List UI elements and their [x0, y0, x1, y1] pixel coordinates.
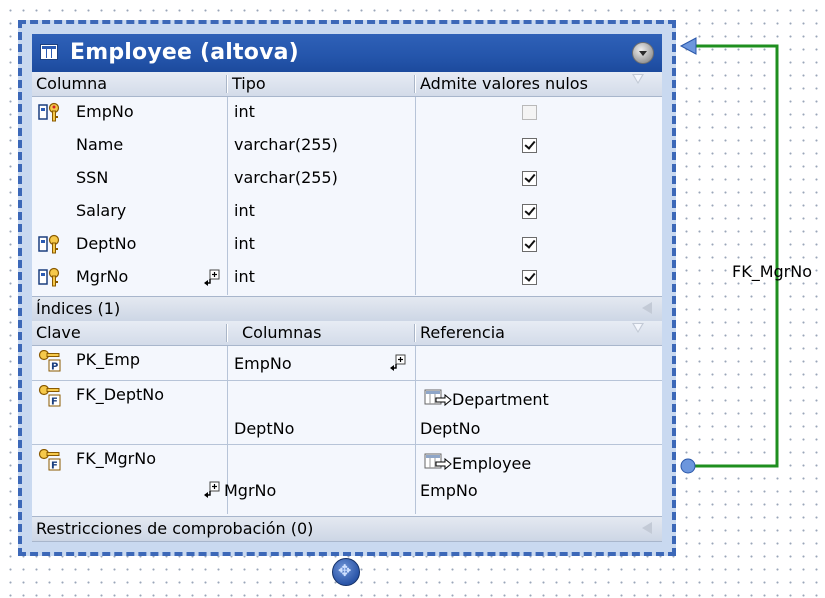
column-row-empno[interactable]: EmpNo int: [32, 97, 662, 128]
index-row-fk-mgrno[interactable]: F FK_MgrNo Employee MgrNo EmpNo: [32, 445, 662, 507]
nullable-checkbox[interactable]: [522, 171, 537, 186]
foreign-key-icon: [38, 267, 60, 287]
column-name: MgrNo: [76, 267, 129, 286]
svg-text:F: F: [51, 397, 58, 408]
index-header-reference[interactable]: Referencia: [420, 323, 505, 342]
index-reference-column: DeptNo: [420, 419, 481, 438]
column-row-deptno[interactable]: DeptNo int: [32, 229, 662, 260]
table-header[interactable]: Employee (altova): [32, 34, 662, 72]
index-header-columns[interactable]: Columnas: [242, 323, 321, 342]
table-reference-icon: [424, 389, 452, 407]
primary-key-icon: P: [38, 350, 61, 373]
indices-section[interactable]: Índices (1): [32, 296, 662, 322]
index-reference-table: Department: [452, 390, 549, 409]
columns-list: EmpNo int Name varchar(255) SSN varchar(…: [32, 97, 662, 295]
nullable-checkbox[interactable]: [522, 138, 537, 153]
foreign-key-icon: F: [38, 385, 61, 408]
column-header-type[interactable]: Tipo: [232, 74, 266, 93]
index-row-fk-deptno[interactable]: F FK_DeptNo Department DeptNo DeptNo: [32, 381, 662, 443]
index-key-name: FK_DeptNo: [76, 385, 165, 404]
sort-indicator-icon[interactable]: [632, 323, 644, 333]
svg-text:P: P: [51, 362, 58, 373]
index-column: EmpNo: [234, 354, 292, 373]
collapse-section-icon[interactable]: [642, 302, 652, 314]
column-type: int: [234, 201, 255, 220]
column-row-name[interactable]: Name varchar(255): [32, 130, 662, 161]
nullable-checkbox[interactable]: [522, 204, 537, 219]
column-type: int: [234, 267, 255, 286]
column-name: DeptNo: [76, 234, 137, 253]
table-icon: [40, 44, 58, 60]
expand-references-icon[interactable]: [390, 354, 406, 372]
svg-text:F: F: [51, 461, 58, 472]
index-reference-table: Employee: [452, 454, 532, 473]
column-header-name[interactable]: Columna: [36, 74, 107, 93]
column-row-salary[interactable]: Salary int: [32, 196, 662, 227]
column-type: int: [234, 234, 255, 253]
table-body: Employee (altova) Columna Tipo Admite va…: [32, 34, 662, 542]
relation-line: [690, 44, 779, 468]
nullable-checkbox[interactable]: [522, 270, 537, 285]
index-column: DeptNo: [234, 419, 295, 438]
index-header-key[interactable]: Clave: [36, 323, 81, 342]
indices-label: Índices (1): [36, 299, 121, 318]
column-name: SSN: [76, 168, 109, 187]
columns-header: Columna Tipo Admite valores nulos: [32, 72, 662, 97]
table-title: Employee (altova): [70, 40, 299, 65]
column-row-mgrno[interactable]: MgrNo int: [32, 262, 662, 293]
column-name: EmpNo: [76, 102, 134, 121]
column-header-nullable[interactable]: Admite valores nulos: [420, 74, 588, 93]
check-constraints-label: Restricciones de comprobación (0): [36, 519, 314, 538]
table-reference-icon: [424, 453, 452, 471]
collapse-section-icon[interactable]: [642, 522, 652, 534]
relation-endpoint: [680, 458, 696, 474]
indices-list: P PK_Emp EmpNo F FK_DeptNo Department De…: [32, 346, 662, 514]
foreign-key-icon: F: [38, 449, 61, 472]
index-row-pk-emp[interactable]: P PK_Emp EmpNo: [32, 346, 662, 380]
column-type: varchar(255): [234, 135, 338, 154]
check-constraints-section[interactable]: Restricciones de comprobación (0): [32, 516, 662, 542]
table-box[interactable]: Employee (altova) Columna Tipo Admite va…: [18, 20, 676, 556]
nullable-checkbox[interactable]: [522, 237, 537, 252]
collapse-button[interactable]: [632, 42, 654, 64]
column-row-ssn[interactable]: SSN varchar(255): [32, 163, 662, 194]
index-reference-column: EmpNo: [420, 481, 478, 500]
column-type: int: [234, 102, 255, 121]
column-type: varchar(255): [234, 168, 338, 187]
relation-arrowhead: [679, 37, 697, 55]
index-key-name: FK_MgrNo: [76, 449, 156, 468]
column-name: Salary: [76, 201, 127, 220]
foreign-key-icon: [38, 234, 60, 254]
indices-header: Clave Columnas Referencia: [32, 321, 662, 346]
relation-label: FK_MgrNo: [732, 262, 812, 281]
expand-references-icon[interactable]: [204, 481, 220, 499]
move-handle-icon[interactable]: [332, 558, 360, 586]
nullable-checkbox[interactable]: [522, 105, 537, 120]
column-name: Name: [76, 135, 124, 154]
expand-references-icon[interactable]: [204, 269, 220, 287]
index-column: MgrNo: [224, 481, 277, 500]
primary-foreign-key-icon: [38, 102, 60, 122]
sort-indicator-icon[interactable]: [632, 74, 644, 84]
index-key-name: PK_Emp: [76, 350, 140, 369]
